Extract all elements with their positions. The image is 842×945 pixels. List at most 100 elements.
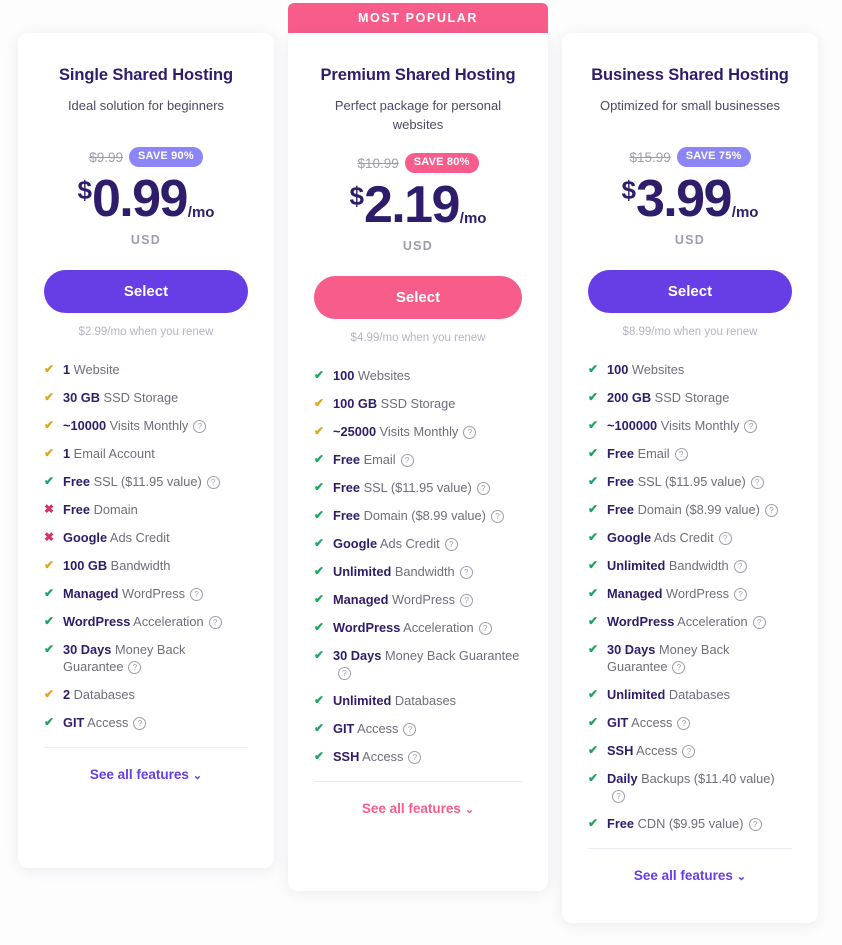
- feature-item: ✔ ~100000 Visits Monthly?: [588, 417, 792, 434]
- divider: [314, 781, 522, 782]
- feature-item: ✔ 100 Websites: [314, 367, 522, 384]
- help-icon[interactable]: ?: [748, 818, 762, 831]
- feature-text: Free Domain ($8.99 value)?: [333, 507, 522, 524]
- feature-list: ✔ 1 Website ✔ 30 GB SSD Storage ✔ ~10000 Visi…: [44, 361, 248, 731]
- feature-label: Access: [359, 749, 404, 764]
- feature-item: ✔ SSH Access?: [588, 742, 792, 759]
- feature-label: Access: [84, 715, 129, 730]
- feature-text: Free Email?: [333, 451, 522, 468]
- check-icon: ✔: [588, 446, 599, 460]
- help-icon[interactable]: ?: [674, 448, 688, 461]
- help-icon[interactable]: ?: [444, 538, 458, 551]
- help-icon[interactable]: ?: [476, 482, 490, 495]
- renewal-note: $4.99/mo when you renew: [350, 332, 486, 344]
- plan-card-premium-shared-hosting[interactable]: Premium Shared Hosting Perfect package f…: [288, 33, 548, 891]
- check-icon: ✔: [44, 362, 55, 376]
- help-icon[interactable]: ?: [206, 476, 220, 489]
- help-icon[interactable]: ?: [682, 745, 696, 758]
- feature-item: ✔ WordPress Acceleration?: [588, 613, 792, 630]
- see-all-features-link[interactable]: See all features ⌄: [588, 868, 792, 883]
- feature-item: ✔ WordPress Acceleration?: [44, 613, 248, 630]
- help-icon[interactable]: ?: [733, 560, 747, 573]
- help-icon[interactable]: ?: [190, 588, 204, 601]
- help-icon[interactable]: ?: [750, 476, 764, 489]
- feature-label: Databases: [391, 693, 457, 708]
- see-all-features-link[interactable]: See all features ⌄: [314, 801, 522, 816]
- feature-label: Access: [628, 715, 673, 730]
- feature-text: 30 Days Money Back Guarantee?: [607, 641, 792, 675]
- see-all-features-link[interactable]: See all features ⌄: [44, 767, 248, 782]
- feature-label: SSD Storage: [100, 390, 179, 405]
- help-icon[interactable]: ?: [400, 454, 414, 467]
- price-period: /mo: [187, 204, 215, 221]
- help-icon[interactable]: ?: [133, 717, 147, 730]
- feature-text: SSH Access?: [333, 748, 522, 765]
- help-icon[interactable]: ?: [764, 504, 778, 517]
- check-icon: ✔: [44, 418, 55, 432]
- help-icon[interactable]: ?: [718, 532, 732, 545]
- feature-item: ✔ 1 Website: [44, 361, 248, 378]
- help-icon[interactable]: ?: [460, 594, 474, 607]
- price-block: $9.99 SAVE 90% $ 0.99 /mo USD: [44, 145, 248, 247]
- help-icon[interactable]: ?: [734, 588, 748, 601]
- feature-label: Ads Credit: [377, 536, 440, 551]
- plan-card-business-shared-hosting[interactable]: Business Shared Hosting Optimized for sm…: [562, 33, 818, 923]
- select-button[interactable]: Select: [314, 276, 522, 319]
- help-icon[interactable]: ?: [672, 661, 686, 674]
- feature-item: ✔ Free SSL ($11.95 value)?: [588, 473, 792, 490]
- feature-text: 100 GB SSD Storage: [333, 395, 522, 412]
- currency-symbol: $: [349, 181, 364, 211]
- feature-value: ~25000: [333, 424, 377, 439]
- feature-text: Free Domain ($8.99 value)?: [607, 501, 792, 518]
- feature-text: GIT Access?: [63, 714, 248, 731]
- plan-title: Business Shared Hosting: [591, 66, 789, 84]
- feature-text: Google Ads Credit: [63, 529, 248, 546]
- plan-card-single-shared-hosting[interactable]: Single Shared Hosting Ideal solution for…: [18, 33, 274, 868]
- feature-value: GIT: [607, 715, 629, 730]
- feature-text: Managed WordPress?: [333, 591, 522, 608]
- help-icon[interactable]: ?: [408, 751, 422, 764]
- help-icon[interactable]: ?: [193, 420, 207, 433]
- feature-label: Ads Credit: [651, 530, 714, 545]
- feature-item: ✔ GIT Access?: [588, 714, 792, 731]
- select-button[interactable]: Select: [588, 270, 792, 313]
- feature-text: 2 Databases: [63, 686, 248, 703]
- feature-item: ✔ ~10000 Visits Monthly?: [44, 417, 248, 434]
- feature-label: Money Back Guarantee: [381, 648, 520, 663]
- feature-text: GIT Access?: [607, 714, 792, 731]
- help-icon[interactable]: ?: [463, 426, 477, 439]
- check-icon: ✔: [588, 362, 599, 376]
- feature-text: Google Ads Credit?: [607, 529, 792, 546]
- help-icon[interactable]: ?: [490, 510, 504, 523]
- help-icon[interactable]: ?: [128, 661, 142, 674]
- most-popular-label: MOST POPULAR: [358, 11, 478, 25]
- old-price-row: $9.99 SAVE 90%: [44, 145, 248, 169]
- feature-item: ✔ Google Ads Credit?: [314, 535, 522, 552]
- help-icon[interactable]: ?: [612, 790, 625, 803]
- feature-item: ✔ GIT Access?: [44, 714, 248, 731]
- help-icon[interactable]: ?: [459, 566, 473, 579]
- help-icon[interactable]: ?: [403, 723, 417, 736]
- feature-text: 1 Email Account: [63, 445, 248, 462]
- help-icon[interactable]: ?: [208, 616, 222, 629]
- feature-item: ✔ Free Email?: [314, 451, 522, 468]
- select-button[interactable]: Select: [44, 270, 248, 313]
- feature-value: SSH: [607, 743, 634, 758]
- feature-label: Acceleration: [130, 614, 204, 629]
- help-icon[interactable]: ?: [677, 717, 691, 730]
- feature-item: ✔ SSH Access?: [314, 748, 522, 765]
- feature-text: Free SSL ($11.95 value)?: [607, 473, 792, 490]
- feature-text: Unlimited Bandwidth?: [333, 563, 522, 580]
- feature-text: 100 Websites: [607, 361, 792, 378]
- help-icon[interactable]: ?: [338, 667, 351, 680]
- old-price: $10.99: [357, 155, 399, 171]
- check-icon: ✔: [588, 614, 599, 628]
- help-icon[interactable]: ?: [744, 420, 758, 433]
- feature-value: Unlimited: [607, 687, 666, 702]
- feature-label: Bandwidth: [665, 558, 729, 573]
- check-icon: ✔: [588, 502, 599, 516]
- check-icon: ✔: [588, 771, 599, 785]
- help-icon[interactable]: ?: [478, 622, 492, 635]
- divider: [44, 747, 248, 748]
- help-icon[interactable]: ?: [752, 616, 766, 629]
